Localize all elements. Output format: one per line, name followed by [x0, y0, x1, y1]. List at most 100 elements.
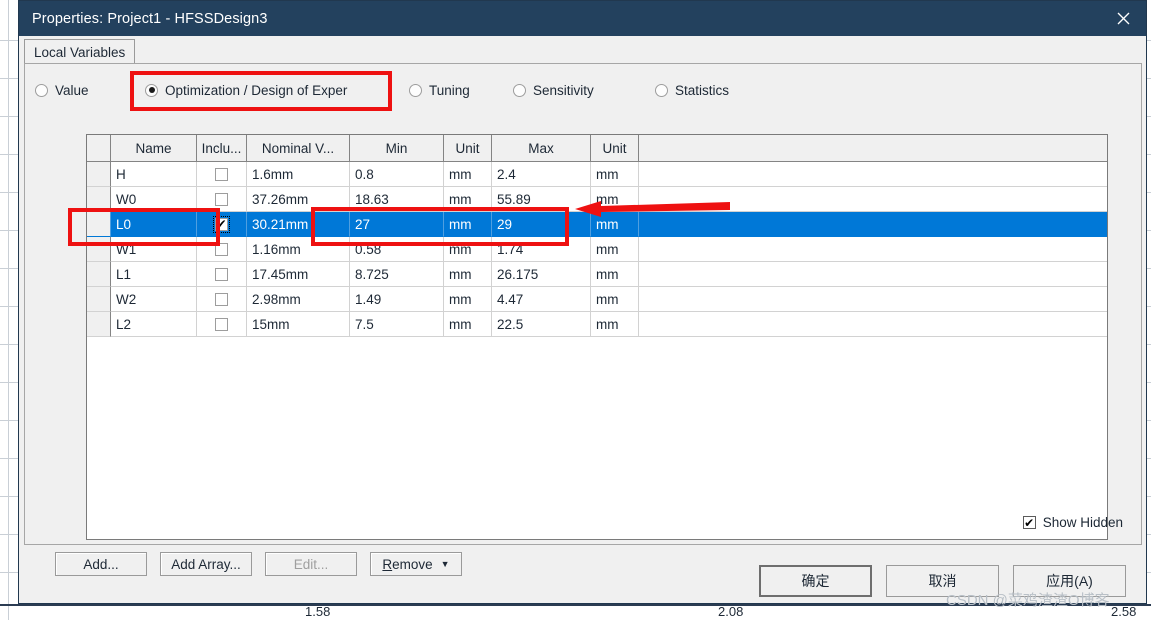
- show-hidden-checkbox[interactable]: ✔ Show Hidden: [1022, 515, 1123, 530]
- cell-name[interactable]: W1: [111, 237, 197, 262]
- row-selector[interactable]: [87, 287, 111, 312]
- cell-include[interactable]: [197, 262, 247, 287]
- include-checkbox[interactable]: [215, 192, 228, 206]
- include-checkbox[interactable]: [215, 242, 228, 256]
- table-row-selected[interactable]: L0 ✔ 30.21mm 27 mm 29 mm: [87, 212, 1107, 237]
- include-checkbox[interactable]: [215, 317, 228, 331]
- close-icon[interactable]: [1100, 1, 1146, 36]
- add-array-button[interactable]: Add Array...: [160, 552, 252, 576]
- properties-dialog: Properties: Project1 - HFSSDesign3 Local…: [18, 0, 1147, 604]
- table-row[interactable]: L1 17.45mm 8.725 mm 26.175 mm: [87, 262, 1107, 287]
- cell-nominal[interactable]: 17.45mm: [247, 262, 350, 287]
- row-selector[interactable]: [87, 187, 111, 212]
- ok-button-label: 确定: [801, 573, 830, 589]
- table-row[interactable]: L2 15mm 7.5 mm 22.5 mm: [87, 312, 1107, 337]
- cell-min-unit[interactable]: mm: [444, 287, 492, 312]
- cell-min[interactable]: 27: [350, 212, 444, 237]
- radio-dot-icon: [513, 83, 526, 97]
- radio-value[interactable]: Value: [35, 78, 145, 102]
- include-checkbox[interactable]: [215, 267, 228, 281]
- column-header-max-unit[interactable]: Unit: [591, 135, 639, 161]
- cell-max-unit[interactable]: mm: [591, 187, 639, 212]
- cell-min[interactable]: 18.63: [350, 187, 444, 212]
- cell-include[interactable]: [197, 237, 247, 262]
- column-header-include[interactable]: Inclu...: [197, 135, 247, 161]
- cell-include[interactable]: [197, 287, 247, 312]
- cell-max[interactable]: 2.4: [492, 162, 591, 187]
- cell-name[interactable]: H: [111, 162, 197, 187]
- ok-button[interactable]: 确定: [759, 565, 872, 597]
- row-selector[interactable]: [87, 237, 111, 262]
- column-header-max[interactable]: Max: [492, 135, 591, 161]
- cell-min[interactable]: 0.8: [350, 162, 444, 187]
- table-header-row: Name Inclu... Nominal V... Min Unit Max …: [87, 135, 1107, 162]
- cell-min-unit[interactable]: mm: [444, 237, 492, 262]
- cell-max-unit[interactable]: mm: [591, 312, 639, 337]
- column-header-nominal[interactable]: Nominal V...: [247, 135, 350, 161]
- include-checkbox[interactable]: [215, 167, 228, 181]
- tab-strip: Local Variables: [24, 37, 1142, 65]
- column-header-min[interactable]: Min: [350, 135, 444, 161]
- cell-min-unit[interactable]: mm: [444, 162, 492, 187]
- row-selector[interactable]: [87, 162, 111, 187]
- cell-include[interactable]: ✔: [197, 212, 247, 237]
- cell-name[interactable]: L0: [111, 212, 197, 237]
- cell-nominal[interactable]: 2.98mm: [247, 287, 350, 312]
- cell-nominal[interactable]: 1.6mm: [247, 162, 350, 187]
- radio-dot-icon: [409, 83, 422, 97]
- cell-include[interactable]: [197, 187, 247, 212]
- cell-min-unit[interactable]: mm: [444, 187, 492, 212]
- cell-max[interactable]: 4.47: [492, 287, 591, 312]
- table-row[interactable]: H 1.6mm 0.8 mm 2.4 mm: [87, 162, 1107, 187]
- radio-optimization[interactable]: Optimization / Design of Exper: [145, 78, 409, 102]
- cell-min-unit[interactable]: mm: [444, 262, 492, 287]
- cell-max-unit[interactable]: mm: [591, 212, 639, 237]
- cell-name[interactable]: L2: [111, 312, 197, 337]
- table-row[interactable]: W2 2.98mm 1.49 mm 4.47 mm: [87, 287, 1107, 312]
- row-selector[interactable]: [87, 312, 111, 337]
- row-selector[interactable]: [87, 212, 111, 237]
- add-button[interactable]: Add...: [55, 552, 147, 576]
- cell-max[interactable]: 55.89: [492, 187, 591, 212]
- cell-max[interactable]: 29: [492, 212, 591, 237]
- cell-min[interactable]: 1.49: [350, 287, 444, 312]
- cell-max[interactable]: 22.5: [492, 312, 591, 337]
- radio-tuning[interactable]: Tuning: [409, 78, 513, 102]
- cell-max-unit[interactable]: mm: [591, 237, 639, 262]
- cell-min-unit[interactable]: mm: [444, 312, 492, 337]
- cell-nominal[interactable]: 30.21mm: [247, 212, 350, 237]
- cell-filler: [639, 212, 1107, 237]
- cell-max[interactable]: 26.175: [492, 262, 591, 287]
- cell-nominal[interactable]: 1.16mm: [247, 237, 350, 262]
- include-checkbox[interactable]: [215, 292, 228, 306]
- cell-include[interactable]: [197, 162, 247, 187]
- cancel-button-label: 取消: [928, 573, 957, 589]
- include-checkbox-checked[interactable]: ✔: [213, 215, 230, 233]
- cell-max-unit[interactable]: mm: [591, 162, 639, 187]
- column-header-min-unit[interactable]: Unit: [444, 135, 492, 161]
- cell-max-unit[interactable]: mm: [591, 287, 639, 312]
- radio-sensitivity[interactable]: Sensitivity: [513, 78, 655, 102]
- cell-min[interactable]: 0.58: [350, 237, 444, 262]
- radio-statistics[interactable]: Statistics: [655, 78, 729, 102]
- cell-include[interactable]: [197, 312, 247, 337]
- row-selector[interactable]: [87, 262, 111, 287]
- cell-name[interactable]: W0: [111, 187, 197, 212]
- cell-min-unit[interactable]: mm: [444, 212, 492, 237]
- table-row[interactable]: W1 1.16mm 0.58 mm 1.74 mm: [87, 237, 1107, 262]
- remove-button[interactable]: Remove ▼: [370, 552, 462, 576]
- chevron-down-icon: ▼: [440, 558, 450, 569]
- variables-table[interactable]: Name Inclu... Nominal V... Min Unit Max …: [86, 134, 1108, 540]
- cell-nominal[interactable]: 15mm: [247, 312, 350, 337]
- cell-name[interactable]: L1: [111, 262, 197, 287]
- cell-max[interactable]: 1.74: [492, 237, 591, 262]
- table-row[interactable]: W0 37.26mm 18.63 mm 55.89 mm: [87, 187, 1107, 212]
- cell-min[interactable]: 8.725: [350, 262, 444, 287]
- cell-max-unit[interactable]: mm: [591, 262, 639, 287]
- column-header-name[interactable]: Name: [111, 135, 197, 161]
- cell-name[interactable]: W2: [111, 287, 197, 312]
- cell-nominal[interactable]: 37.26mm: [247, 187, 350, 212]
- bg-tick-label: 1.58: [305, 604, 331, 619]
- cell-min[interactable]: 7.5: [350, 312, 444, 337]
- tab-local-variables[interactable]: Local Variables: [24, 39, 136, 65]
